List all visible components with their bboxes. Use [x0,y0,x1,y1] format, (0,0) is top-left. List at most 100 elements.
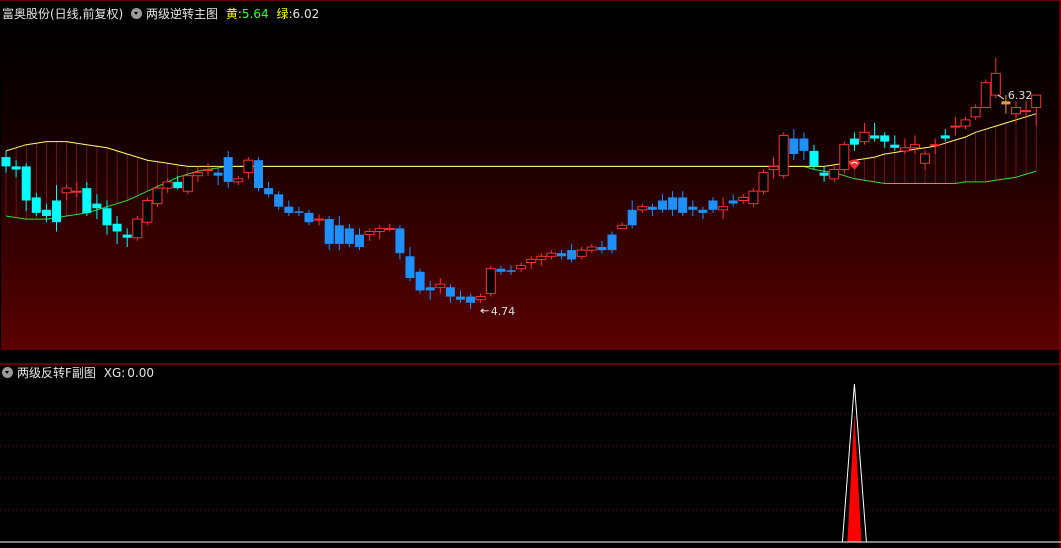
candle-body [799,138,809,151]
candle-body [284,206,294,213]
candle-body [52,200,61,223]
green-value: 6.02 [292,7,320,21]
candle-body [809,150,819,167]
xg-spike [841,383,867,543]
candle-body [466,296,476,303]
candle-body [173,181,183,189]
candle-body [31,197,41,213]
candle-body [567,250,577,260]
indicator-dropdown-icon[interactable] [131,8,143,19]
candle-body [294,211,304,213]
candle-body [870,135,880,139]
candle-body [849,138,859,145]
candle-body [647,206,657,210]
candle-body [980,82,991,108]
candle [778,132,789,179]
candle-body [223,157,233,182]
candle-body [112,223,122,232]
candle-body [405,256,415,278]
candle-body [890,144,900,148]
candle-body [71,190,82,193]
yellow-label: 黄: [225,7,242,21]
candle-body [264,188,274,195]
candle-body [21,166,31,201]
candle-body [526,258,537,263]
candle-body [658,200,667,210]
candle-body [758,172,769,192]
yellow-value: 5.64 [241,7,269,21]
candle-body [637,206,648,211]
candle-body [778,134,789,177]
candle-body [435,283,446,288]
candle-body [475,296,486,301]
candle [485,265,496,297]
candle-body [496,268,506,272]
candle-body [364,231,375,236]
candle-body [274,194,284,207]
candle-body [395,228,405,254]
candle-body [41,209,51,216]
candle [607,231,617,254]
kline-chart[interactable]: 4.74 6.32 [0,0,1061,548]
candle-body [314,218,325,221]
candle-body [1031,94,1042,108]
candle-body [374,227,385,232]
candle-body [586,246,597,251]
candle-body [344,228,354,244]
candle-body [152,187,163,205]
xg-value: 0.00 [127,366,155,380]
candle-body [829,169,840,180]
candle-body [142,200,153,223]
candle-body [990,72,1001,96]
candle [748,188,759,207]
candle-body [880,135,890,142]
candle-body [122,234,132,238]
sub-indicator-dropdown-icon[interactable] [2,367,13,378]
xg-label: XG: [103,366,126,380]
candle-body [970,107,981,118]
candle [182,172,193,195]
candle-body [950,125,961,128]
main-indicator-name[interactable]: 两级逆转主图 [146,7,218,21]
candle-body [768,165,779,170]
candle-body [708,200,718,210]
candle-body [162,181,173,189]
low-label: 4.74 [491,305,516,318]
candle-body [930,144,941,147]
candle-body [1,157,11,167]
candle [142,197,153,226]
green-label: 绿: [276,7,293,21]
candle [132,216,143,241]
sub-panel-gridlines [0,413,1060,511]
candle-body [738,196,749,201]
candle-body [254,160,263,189]
candle-body [415,271,425,291]
candle-body [668,197,678,210]
candle-body [92,203,102,209]
candle-body [192,172,203,177]
candle-body [688,206,698,210]
candle [415,268,425,294]
candle-body [627,209,637,226]
candle-body [456,296,465,300]
candle-body [678,197,688,213]
candle-body [506,270,516,272]
candle-body [445,287,455,297]
candle-body [557,253,566,257]
candle-body [789,138,799,154]
candle-body [11,166,21,170]
sub-indicator-name[interactable]: 两级反转F副图 [17,366,96,380]
candle-body [182,175,193,192]
stock-title[interactable]: 富奥股份(日线,前复权) [2,7,123,21]
candle-body [334,225,344,244]
candle-body [203,169,213,171]
candle [152,185,163,207]
candle-body [304,212,314,223]
candle-body [910,144,920,149]
candle [839,141,850,173]
candle-body [748,190,759,205]
candle-body [1011,107,1021,115]
sub-header: 两级反转F副图 XG: 0.00 [2,365,158,381]
candle-body [899,147,910,152]
candle [254,157,263,192]
